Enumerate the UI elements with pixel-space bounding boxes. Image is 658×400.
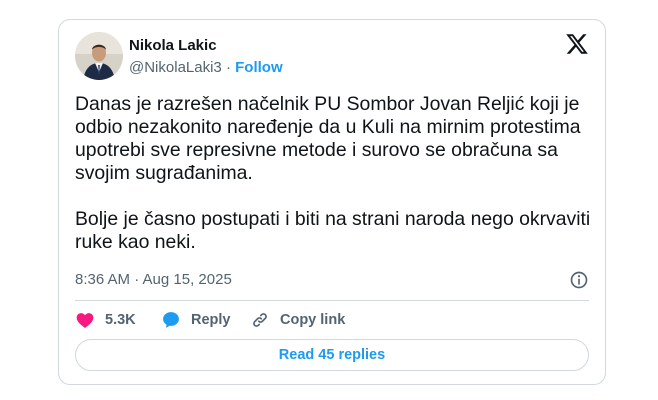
link-icon: [253, 313, 267, 327]
reply-bubble-icon: [163, 312, 179, 328]
author-handle[interactable]: @NikolaLaki3: [129, 59, 222, 76]
read-replies-button[interactable]: Read 45 replies: [75, 339, 589, 371]
tweet-meta: 8:36 AM · Aug 15, 2025: [75, 270, 589, 290]
reply-label: Reply: [191, 312, 231, 328]
avatar-image: [75, 32, 123, 80]
tweet-timestamp[interactable]: 8:36 AM · Aug 15, 2025: [75, 271, 232, 288]
copy-link-label: Copy link: [280, 312, 346, 328]
avatar[interactable]: [75, 32, 123, 80]
info-icon[interactable]: [569, 270, 589, 290]
author-name[interactable]: Nikola Lakic: [129, 36, 283, 56]
tweet-paragraph: Danas je razrešen načelnik PU Sombor Jov…: [75, 93, 581, 184]
user-info: Nikola Lakic @NikolaLaki3 · Follow: [129, 36, 283, 78]
tweet-card: Nikola Lakic @NikolaLaki3 · Follow Danas…: [58, 19, 606, 385]
heart-icon: [76, 313, 94, 328]
handle-row: @NikolaLaki3 · Follow: [129, 58, 283, 78]
x-logo-icon[interactable]: [565, 32, 589, 56]
divider: [75, 300, 589, 301]
like-count: 5.3K: [105, 312, 136, 328]
tweet-header: Nikola Lakic @NikolaLaki3 · Follow: [75, 32, 589, 82]
handle-separator: ·: [225, 59, 231, 76]
tweet-paragraph: Bolje je časno postupati i biti na stran…: [75, 208, 591, 253]
follow-button[interactable]: Follow: [235, 59, 283, 76]
tweet-text: Danas je razrešen načelnik PU Sombor Jov…: [75, 93, 595, 254]
